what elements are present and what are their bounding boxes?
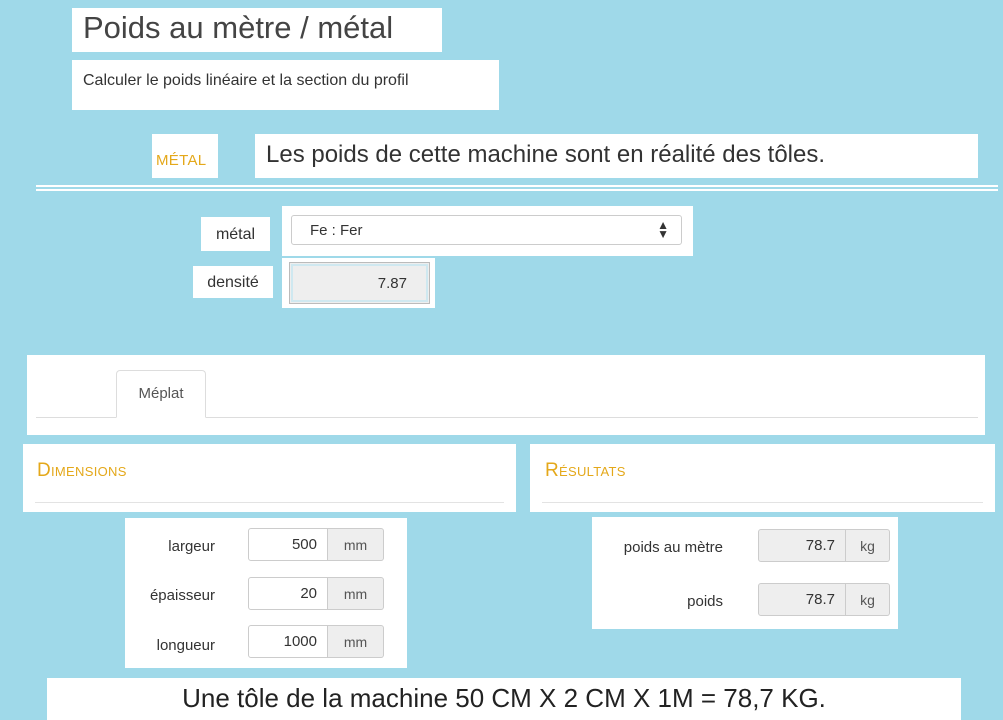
section-divider [36, 185, 998, 191]
density-field[interactable]: 7.87 [289, 262, 430, 304]
metal-label: métal [201, 217, 270, 251]
weight-label: poids [687, 593, 723, 610]
page-title: Poids au mètre / métal [72, 8, 442, 52]
thickness-unit: mm [328, 577, 384, 610]
metal-select[interactable]: Fe : Fer ▲ ▼ [291, 215, 682, 245]
metal-section-heading: MÉTAL [152, 134, 218, 178]
dimensions-heading: Dimensions [37, 460, 127, 481]
thickness-label: épaisseur [149, 587, 215, 604]
thickness-input[interactable]: 20 [248, 577, 328, 610]
length-label: longueur [156, 637, 215, 654]
results-form: poids au mètre 78.7 kg poids 78.7 kg [592, 517, 898, 629]
select-caret-icon: ▲ ▼ [657, 218, 669, 241]
density-container: 7.87 [282, 258, 435, 308]
results-heading-box: Résultats [530, 444, 995, 512]
weight-per-meter-output: 78.7 [758, 529, 846, 562]
length-unit: mm [328, 625, 384, 658]
metal-select-value: Fe : Fer [310, 222, 363, 239]
annotation-note-bottom: Une tôle de la machine 50 CM X 2 CM X 1M… [47, 678, 961, 720]
width-label: largeur [168, 538, 215, 555]
weight-unit: kg [846, 583, 890, 616]
density-label: densité [193, 266, 273, 298]
metal-select-container: Fe : Fer ▲ ▼ [282, 206, 693, 256]
results-heading: Résultats [545, 460, 626, 481]
length-input[interactable]: 1000 [248, 625, 328, 658]
weight-per-meter-unit: kg [846, 529, 890, 562]
width-input[interactable]: 500 [248, 528, 328, 561]
width-unit: mm [328, 528, 384, 561]
dimensions-heading-box: Dimensions [23, 444, 516, 512]
dimensions-form: largeur 500 mm épaisseur 20 mm longueur … [125, 518, 407, 668]
results-rule [542, 502, 983, 503]
profile-tabs: Méplat [27, 355, 985, 435]
weight-output: 78.7 [758, 583, 846, 616]
dimensions-rule [35, 502, 504, 503]
tab-meplat[interactable]: Méplat [116, 370, 206, 418]
page-subtitle: Calculer le poids linéaire et la section… [72, 60, 499, 110]
annotation-note-top: Les poids de cette machine sont en réali… [255, 134, 978, 178]
weight-per-meter-label: poids au mètre [623, 539, 723, 556]
